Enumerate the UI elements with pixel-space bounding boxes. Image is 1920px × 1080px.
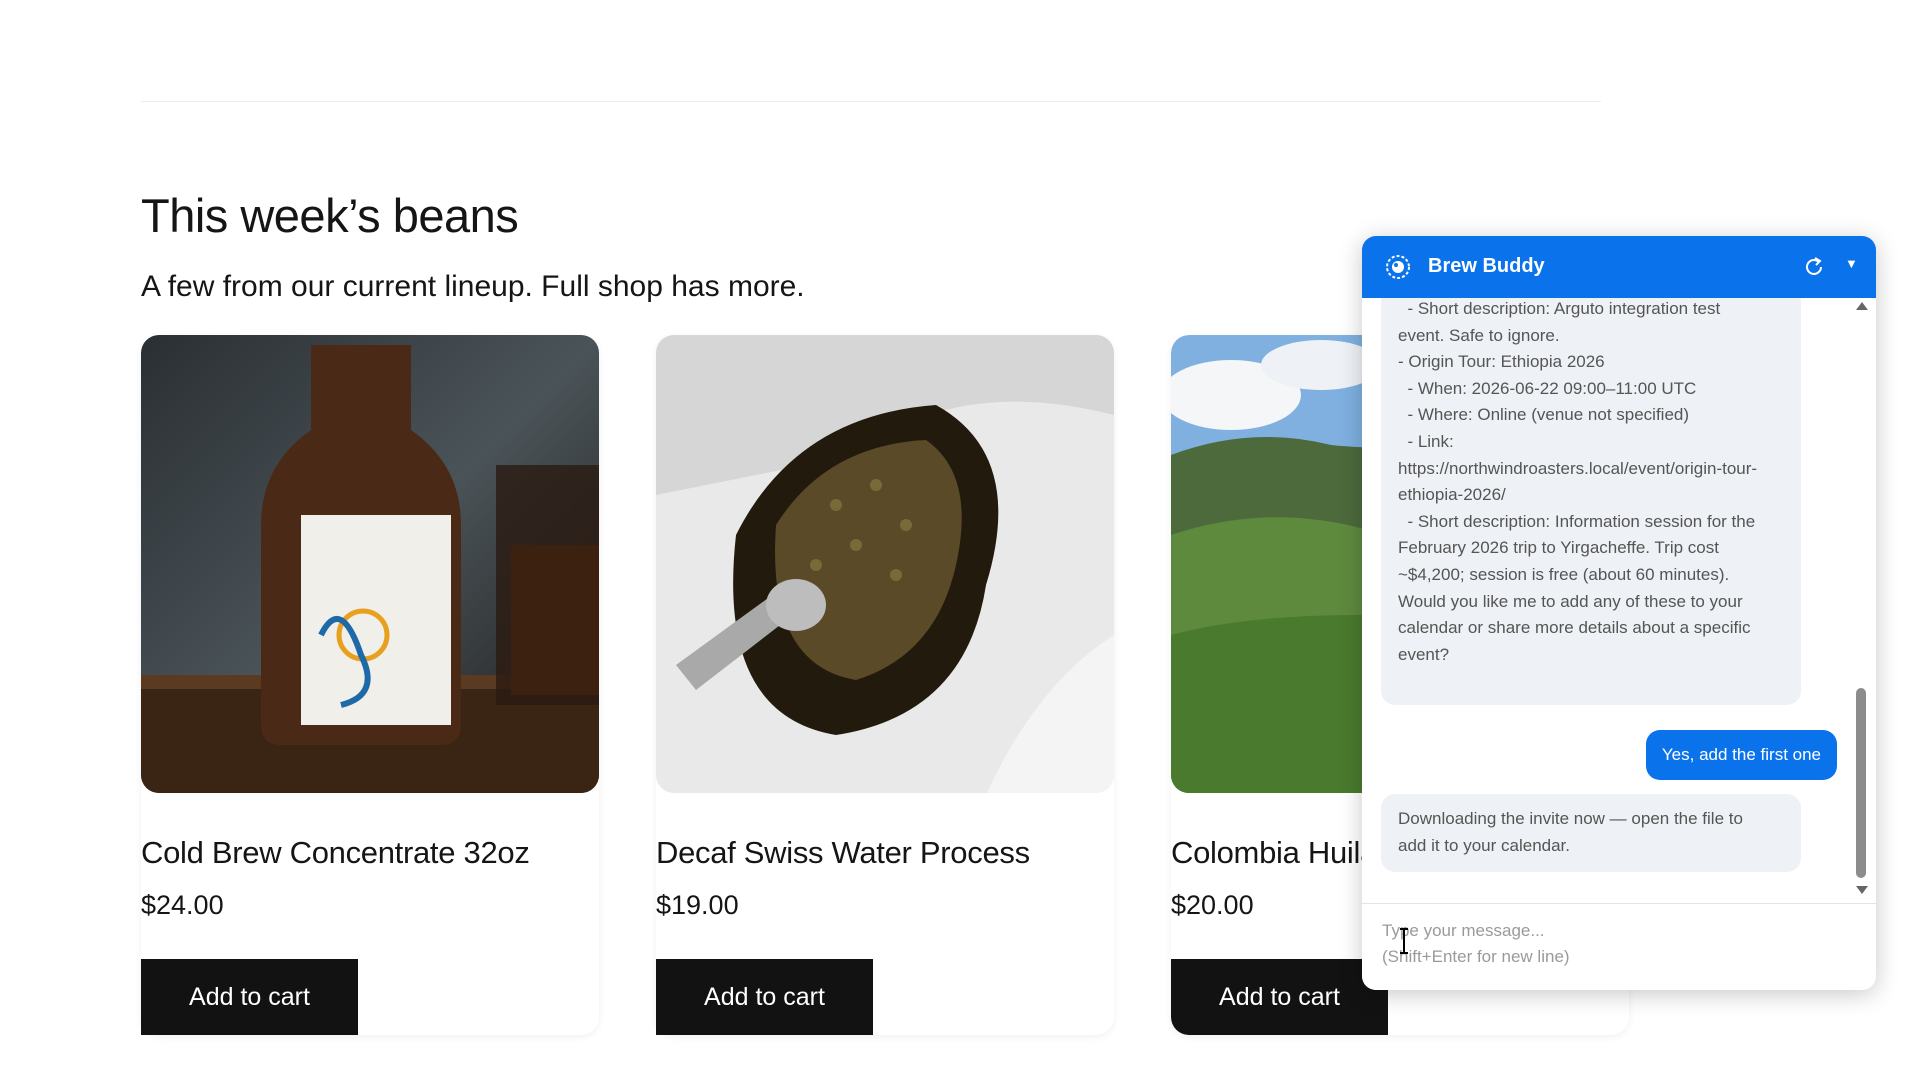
message-line: Downloading the invite now — open the fi…	[1398, 809, 1743, 828]
message-line: - Link:	[1398, 431, 1454, 451]
scroll-up-arrow-icon[interactable]	[1856, 302, 1868, 310]
section-subtitle: A few from our current lineup. Full shop…	[141, 270, 805, 303]
message-line: - Origin Tour: Ethiopia 2026	[1398, 352, 1605, 372]
event-link[interactable]: https://northwindroasters.local/event/or…	[1398, 456, 1784, 483]
message-line: ~$4,200; session is free (about 60 minut…	[1398, 564, 1730, 584]
message-line: - Short description: Information session…	[1398, 511, 1756, 531]
chat-scrollbar[interactable]	[1854, 298, 1868, 902]
add-to-cart-button[interactable]: Add to cart	[656, 959, 873, 1035]
message-line: - Short description: Arguto integration …	[1398, 299, 1721, 318]
message-line: February 2026 trip to Yirgacheffe. Trip …	[1398, 538, 1719, 558]
text-cursor-icon	[1400, 928, 1408, 954]
message-line: add it to your calendar.	[1398, 835, 1571, 855]
bot-message: - Short description: Arguto integration …	[1381, 298, 1801, 705]
product-name[interactable]: Cold Brew Concentrate 32oz	[141, 835, 530, 871]
message-line: event. Safe to ignore.	[1398, 325, 1560, 345]
product-price: $24.00	[141, 890, 224, 920]
product-name[interactable]: Decaf Swiss Water Process	[656, 835, 1030, 871]
chat-messages[interactable]: - Short description: Arguto integration …	[1362, 298, 1876, 902]
chat-message-input[interactable]	[1382, 918, 1852, 978]
product-price: $20.00	[1171, 890, 1254, 920]
product-image-cold-brew[interactable]	[141, 335, 599, 793]
message-line: Would you like me to add any of these to…	[1398, 591, 1743, 611]
brew-buddy-logo-icon	[1386, 255, 1410, 279]
caret-down-icon[interactable]: ▼	[1845, 256, 1858, 271]
product-price: $19.00	[656, 890, 739, 920]
event-link[interactable]: ethiopia-2026/	[1398, 482, 1784, 509]
product-card: Cold Brew Concentrate 32oz $24.00 Add to…	[141, 335, 599, 1035]
product-name[interactable]: Colombia Huila	[1171, 835, 1377, 871]
top-divider	[141, 101, 1601, 102]
product-image-decaf[interactable]	[656, 335, 1114, 793]
add-to-cart-button[interactable]: Add to cart	[1171, 959, 1388, 1035]
chat-widget: Brew Buddy ▼ - Short description: Arguto…	[1362, 236, 1876, 990]
chat-input-area	[1362, 903, 1876, 990]
product-card: Decaf Swiss Water Process $19.00 Add to …	[656, 335, 1114, 1035]
chat-header: Brew Buddy ▼	[1362, 236, 1876, 298]
refresh-icon[interactable]	[1802, 255, 1826, 279]
section-title: This week’s beans	[141, 189, 519, 242]
user-message: Yes, add the first one	[1645, 730, 1837, 780]
scroll-down-arrow-icon[interactable]	[1856, 886, 1868, 894]
message-line: event?	[1398, 644, 1450, 664]
scrollbar-thumb[interactable]	[1856, 688, 1866, 878]
bot-message: Downloading the invite now — open the fi…	[1381, 794, 1801, 872]
message-line: - When: 2026-06-22 09:00–11:00 UTC	[1398, 378, 1697, 398]
message-line: - Where: Online (venue not specified)	[1398, 405, 1690, 425]
chat-title: Brew Buddy	[1428, 255, 1545, 277]
add-to-cart-button[interactable]: Add to cart	[141, 959, 358, 1035]
message-line: calendar or share more details about a s…	[1398, 618, 1751, 638]
